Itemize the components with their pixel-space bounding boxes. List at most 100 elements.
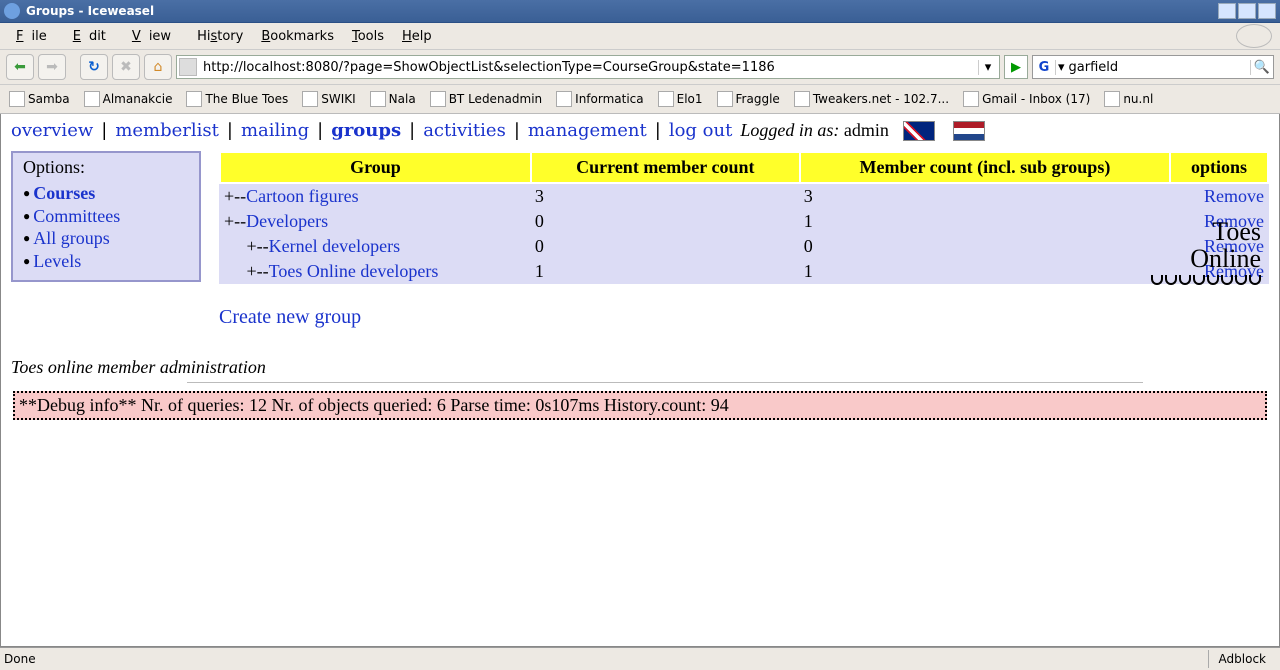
bookmark-label: The Blue Toes	[205, 92, 288, 106]
remove-link[interactable]: Remove	[1204, 186, 1264, 206]
bookmark-favicon	[963, 91, 979, 107]
bookmark-label: nu.nl	[1123, 92, 1153, 106]
go-button[interactable]: ▶	[1004, 55, 1028, 79]
option-courses[interactable]: Courses	[23, 182, 187, 205]
bookmark-favicon	[1104, 91, 1120, 107]
search-input[interactable]	[1067, 59, 1250, 76]
bookmark-item[interactable]: The Blue Toes	[183, 90, 291, 108]
search-bar[interactable]: G▾ 🔍	[1032, 55, 1274, 79]
menu-bookmarks[interactable]: Bookmarks	[253, 27, 342, 46]
nav-log-out[interactable]: log out	[669, 120, 733, 141]
group-cell: +--Toes Online developers	[220, 259, 531, 284]
bookmark-item[interactable]: Informatica	[553, 90, 646, 108]
table-row: +--Cartoon figures33Remove	[220, 183, 1268, 209]
flag-nl-icon[interactable]	[953, 121, 985, 141]
bookmark-item[interactable]: Samba	[6, 90, 73, 108]
bookmark-label: Gmail - Inbox (17)	[982, 92, 1090, 106]
home-button[interactable]: ⌂	[144, 54, 172, 80]
bookmark-favicon	[717, 91, 733, 107]
nav-mailing[interactable]: mailing	[241, 120, 309, 141]
group-link[interactable]: Cartoon figures	[246, 186, 358, 206]
group-link[interactable]: Kernel developers	[269, 236, 400, 256]
create-new-group-link[interactable]: Create new group	[219, 306, 361, 329]
option-committees[interactable]: Committees	[23, 205, 187, 228]
top-nav: overview | memberlist | mailing | groups…	[11, 120, 1269, 141]
search-engine-icon[interactable]: G	[1033, 60, 1055, 75]
throbber-icon	[1236, 24, 1272, 48]
back-button[interactable]: ⬅	[6, 54, 34, 80]
bookmark-label: Tweakers.net - 102.7...	[813, 92, 949, 106]
options-panel: Options: CoursesCommitteesAll groupsLeve…	[11, 151, 201, 282]
bookmark-favicon	[658, 91, 674, 107]
nav-management[interactable]: management	[528, 120, 647, 141]
bookmark-label: Informatica	[575, 92, 643, 106]
group-cell: +--Developers	[220, 209, 531, 234]
debug-info: **Debug info** Nr. of queries: 12 Nr. of…	[13, 391, 1267, 420]
menu-edit[interactable]: Edit	[65, 27, 122, 46]
adblock-indicator[interactable]: Adblock	[1208, 650, 1276, 668]
group-link[interactable]: Toes Online developers	[269, 261, 439, 281]
url-dropdown[interactable]: ▾	[978, 60, 997, 75]
current-count-cell: 1	[531, 259, 800, 284]
flag-uk-icon[interactable]	[903, 121, 935, 141]
bookmark-item[interactable]: nu.nl	[1101, 90, 1156, 108]
current-count-cell: 3	[531, 183, 800, 209]
nav-groups[interactable]: groups	[331, 120, 401, 141]
incl-count-cell: 3	[800, 183, 1170, 209]
option-levels[interactable]: Levels	[23, 250, 187, 273]
url-bar[interactable]: ▾	[176, 55, 1000, 79]
app-icon	[4, 3, 20, 19]
bookmark-favicon	[556, 91, 572, 107]
minimize-button[interactable]	[1218, 3, 1236, 19]
menu-view[interactable]: View	[124, 27, 187, 46]
group-cell: +--Kernel developers	[220, 234, 531, 259]
bookmark-label: Samba	[28, 92, 70, 106]
bookmark-favicon	[302, 91, 318, 107]
table-row: +--Kernel developers00Remove	[220, 234, 1268, 259]
close-button[interactable]	[1258, 3, 1276, 19]
bookmark-favicon	[370, 91, 386, 107]
bookmarks-toolbar: Samba Almanakcie The Blue Toes SWIKI Nala BT …	[0, 85, 1280, 114]
table-header: Current member count	[531, 152, 800, 183]
incl-count-cell: 0	[800, 234, 1170, 259]
stop-button[interactable]: ✖	[112, 54, 140, 80]
nav-activities[interactable]: activities	[423, 120, 506, 141]
bookmark-label: Nala	[389, 92, 416, 106]
url-input[interactable]	[201, 59, 978, 76]
table-header: Member count (incl. sub groups)	[800, 152, 1170, 183]
forward-button[interactable]: ➡	[38, 54, 66, 80]
bookmark-item[interactable]: Elo1	[655, 90, 706, 108]
bookmark-label: Elo1	[677, 92, 703, 106]
status-bar: Done Adblock	[0, 647, 1280, 670]
bookmark-item[interactable]: SWIKI	[299, 90, 358, 108]
reload-button[interactable]: ↻	[80, 54, 108, 80]
table-row: +--Developers01Remove	[220, 209, 1268, 234]
bookmark-item[interactable]: Tweakers.net - 102.7...	[791, 90, 952, 108]
menu-help[interactable]: Help	[394, 27, 440, 46]
bookmark-item[interactable]: Nala	[367, 90, 419, 108]
group-link[interactable]: Developers	[246, 211, 328, 231]
option-all-groups[interactable]: All groups	[23, 227, 187, 250]
bookmark-favicon	[84, 91, 100, 107]
table-row: +--Toes Online developers11Remove	[220, 259, 1268, 284]
menu-bar: File Edit View History Bookmarks Tools H…	[0, 23, 1280, 50]
maximize-button[interactable]	[1238, 3, 1256, 19]
bookmark-item[interactable]: Almanakcie	[81, 90, 176, 108]
menu-history[interactable]: History	[189, 27, 251, 46]
status-text: Done	[4, 652, 36, 666]
current-count-cell: 0	[531, 209, 800, 234]
bookmark-item[interactable]: BT Ledenadmin	[427, 90, 545, 108]
menu-file[interactable]: File	[8, 27, 63, 46]
bookmark-item[interactable]: Gmail - Inbox (17)	[960, 90, 1093, 108]
options-heading: Options:	[23, 157, 187, 178]
group-cell: +--Cartoon figures	[220, 183, 531, 209]
bookmark-favicon	[794, 91, 810, 107]
bookmark-item[interactable]: Fraggle	[714, 90, 783, 108]
divider	[187, 382, 1143, 383]
menu-tools[interactable]: Tools	[344, 27, 392, 46]
search-button[interactable]: 🔍	[1250, 60, 1273, 75]
bookmark-favicon	[430, 91, 446, 107]
nav-memberlist[interactable]: memberlist	[115, 120, 219, 141]
nav-overview[interactable]: overview	[11, 120, 93, 141]
bookmark-favicon	[9, 91, 25, 107]
